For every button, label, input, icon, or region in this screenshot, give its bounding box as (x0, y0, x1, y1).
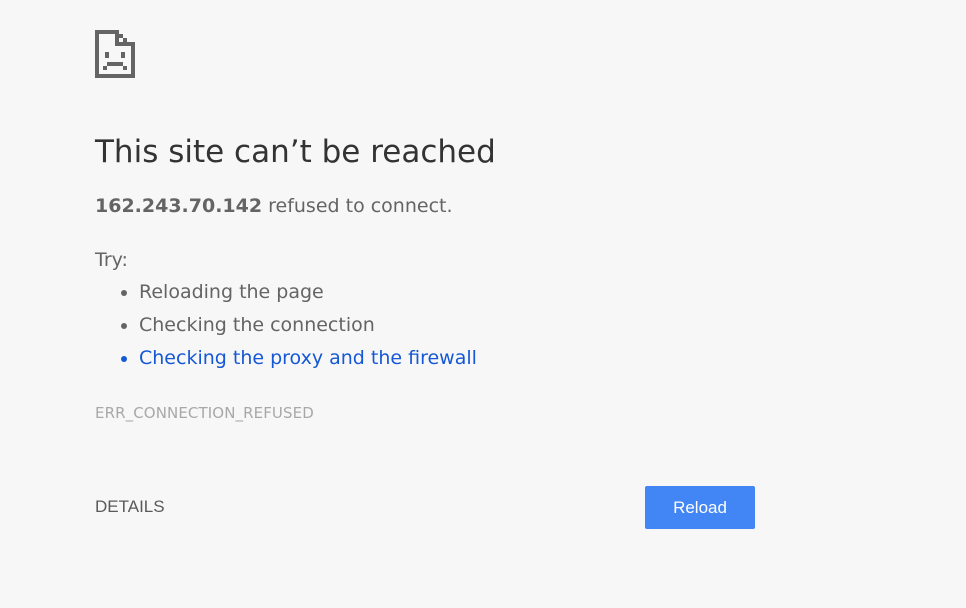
suggestions-list: Reloading the page Checking the connecti… (95, 279, 477, 378)
suggestion-check-connection: Checking the connection (139, 312, 477, 345)
host-address: 162.243.70.142 (95, 195, 263, 217)
reload-button[interactable]: Reload (645, 486, 755, 529)
details-button[interactable]: DETAILS (95, 493, 165, 521)
error-code: ERR_CONNECTION_REFUSED (95, 404, 314, 422)
suggestion-reload: Reloading the page (139, 279, 477, 312)
error-summary: 162.243.70.142 refused to connect. (95, 193, 453, 220)
page-title: This site can’t be reached (95, 134, 496, 170)
try-label: Try: (95, 249, 128, 271)
check-proxy-link[interactable]: Checking the proxy and the firewall (139, 347, 477, 369)
sad-page-icon (95, 30, 135, 78)
error-message: refused to connect. (262, 195, 453, 217)
suggestion-check-proxy-item: Checking the proxy and the firewall (139, 345, 477, 378)
